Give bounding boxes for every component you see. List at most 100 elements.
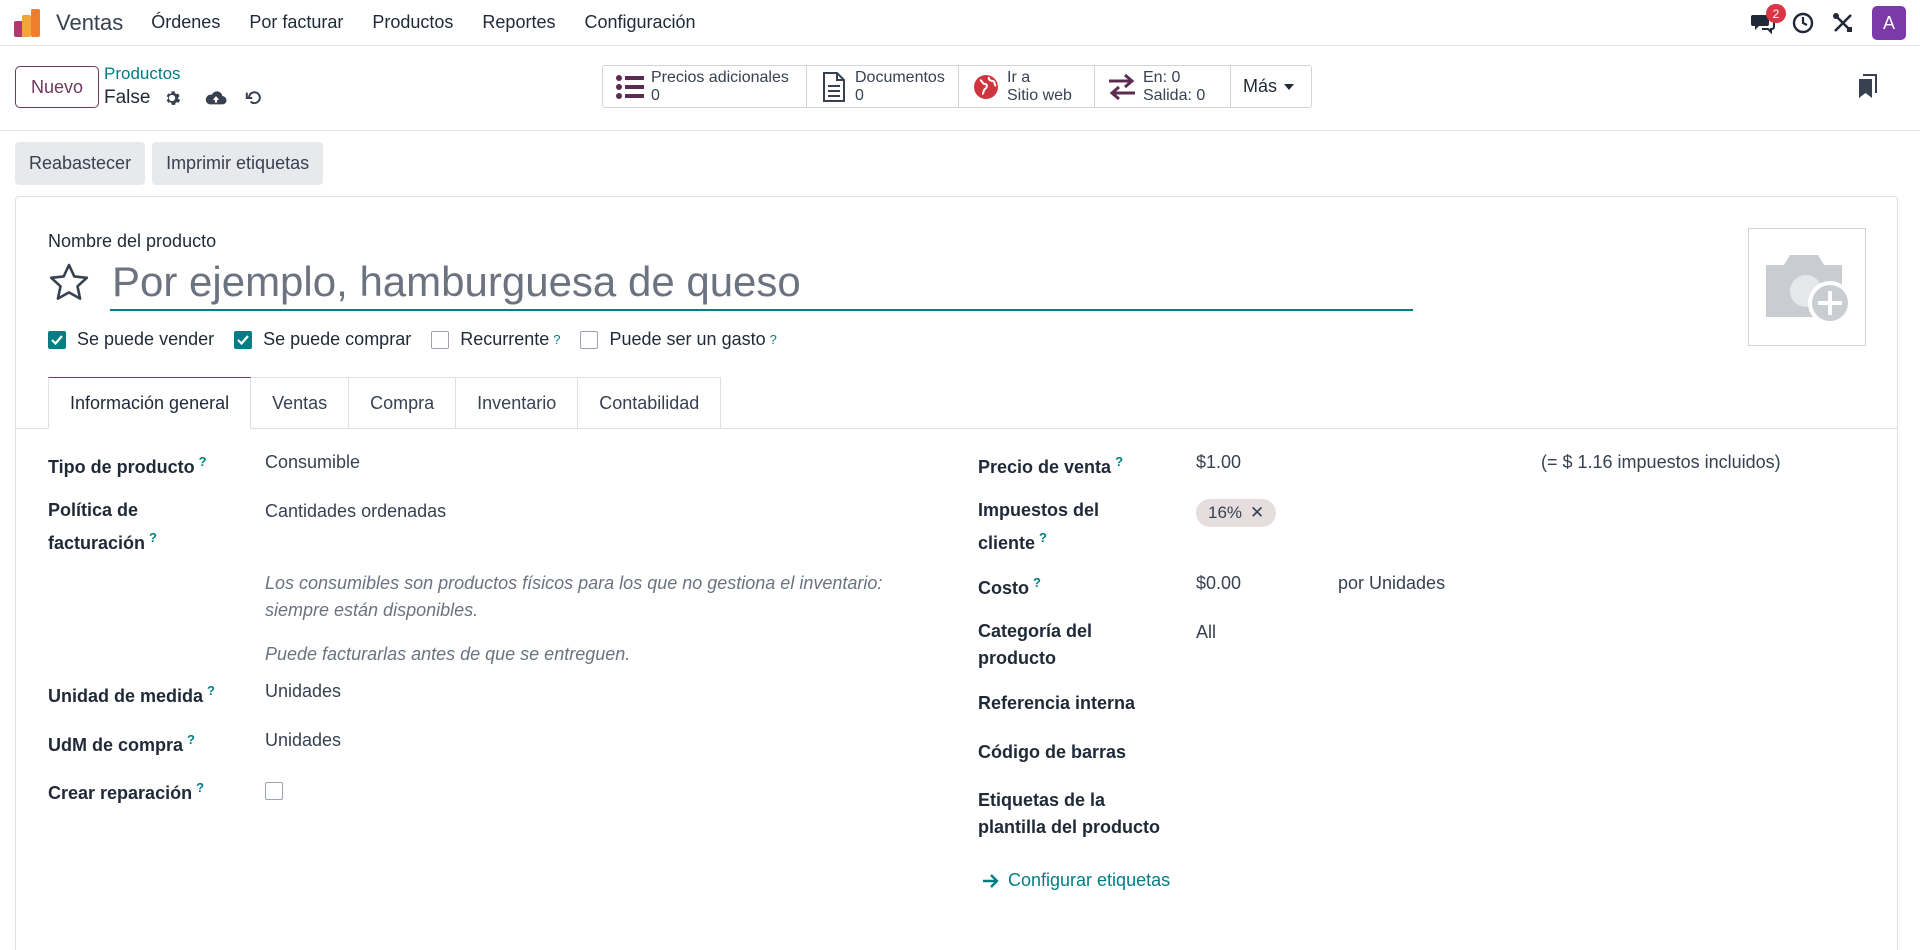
tab-inventory[interactable]: Inventario xyxy=(456,377,579,429)
website-line2: Sitio web xyxy=(1007,86,1072,104)
help-tooltip-icon[interactable]: ? xyxy=(1039,530,1047,545)
can-sell-option: Se puede vender xyxy=(48,329,214,350)
tab-accounting[interactable]: Contabilidad xyxy=(578,377,722,429)
product-name-label: Nombre del producto xyxy=(48,231,217,251)
form-tabs: Información general Ventas Compra Invent… xyxy=(48,377,722,429)
tab-sales[interactable]: Ventas xyxy=(251,377,350,429)
control-panel: Nuevo Productos False Precios adicionale… xyxy=(0,46,1920,131)
more-dropdown-button[interactable]: Más xyxy=(1231,66,1311,107)
consumable-note: Los consumibles son productos físicos pa… xyxy=(265,573,883,620)
sale-price-value[interactable]: $1.00 xyxy=(1196,449,1241,476)
menu-item-configuration[interactable]: Configuración xyxy=(584,12,695,33)
customer-taxes-label: Impuestos del cliente? xyxy=(978,500,1100,553)
user-avatar[interactable]: A xyxy=(1872,6,1906,40)
navbar-systray: 2 A xyxy=(1740,4,1906,40)
help-tooltip-icon[interactable]: ? xyxy=(553,332,560,347)
discard-undo-icon[interactable] xyxy=(242,86,266,110)
tax-tag[interactable]: 16% ✕ xyxy=(1196,499,1277,527)
more-label: Más xyxy=(1243,76,1278,96)
product-type-value[interactable]: Consumible xyxy=(265,449,360,476)
in-out-moves-button[interactable]: En: 0 Salida: 0 xyxy=(1095,66,1231,107)
record-name-text: False xyxy=(104,87,151,108)
help-tooltip-icon[interactable]: ? xyxy=(149,530,157,545)
tax-included-price: (= $ 1.16 impuestos incluidos) xyxy=(1541,452,1781,472)
tax-tag-label: 16% xyxy=(1208,503,1243,522)
breadcrumb-products[interactable]: Productos xyxy=(104,64,181,84)
barcode-label: Código de barras xyxy=(978,742,1127,762)
product-type-label: Tipo de producto? xyxy=(48,454,207,477)
product-image-uploader[interactable] xyxy=(1748,228,1866,346)
recurring-checkbox[interactable] xyxy=(431,330,450,349)
app-name[interactable]: Ventas xyxy=(56,10,123,36)
tab-purchase[interactable]: Compra xyxy=(349,377,457,429)
menu-item-orders[interactable]: Órdenes xyxy=(151,12,220,33)
extra-prices-label: Precios adicionales xyxy=(651,68,789,86)
menu-item-reports[interactable]: Reportes xyxy=(482,12,555,33)
sale-price-label: Precio de venta? xyxy=(978,454,1124,477)
messages-badge: 2 xyxy=(1766,4,1786,23)
replenish-button[interactable]: Reabastecer xyxy=(15,142,146,185)
document-icon xyxy=(819,71,849,102)
favorite-star-icon[interactable] xyxy=(48,262,90,304)
cost-unit: por Unidades xyxy=(1338,573,1446,593)
expense-option: Puede ser un gasto? xyxy=(580,329,777,350)
cost-label: Costo? xyxy=(978,575,1041,598)
remove-tag-icon[interactable]: ✕ xyxy=(1250,503,1264,523)
sales-app-icon[interactable] xyxy=(14,8,42,37)
main-menu: Órdenes Por facturar Productos Reportes … xyxy=(151,12,724,33)
cloud-upload-icon[interactable] xyxy=(204,86,228,110)
product-category-label: Categoría del producto xyxy=(978,621,1093,668)
top-navbar: Ventas Órdenes Por facturar Productos Re… xyxy=(0,0,1920,46)
extra-prices-button[interactable]: Precios adicionales 0 xyxy=(603,66,807,107)
purchase-uom-value[interactable]: Unidades xyxy=(265,727,341,754)
product-name-input[interactable] xyxy=(110,255,1413,311)
menu-item-products[interactable]: Productos xyxy=(372,12,453,33)
recurring-label: Recurrente xyxy=(460,329,550,349)
extra-prices-count: 0 xyxy=(651,86,660,104)
help-tooltip-icon[interactable]: ? xyxy=(199,454,207,469)
documents-count: 0 xyxy=(855,86,864,104)
debug-tools-icon[interactable] xyxy=(1826,6,1860,40)
internal-reference-label: Referencia interna xyxy=(978,693,1136,713)
product-category-value[interactable]: All xyxy=(1196,619,1216,646)
can-sell-checkbox[interactable] xyxy=(48,330,66,349)
purchase-uom-label: UdM de compra? xyxy=(48,732,195,755)
in-label: En: 0 xyxy=(1143,68,1181,86)
help-tooltip-icon[interactable]: ? xyxy=(770,332,777,347)
activity-clock-icon[interactable] xyxy=(1786,6,1820,40)
menu-item-to-invoice[interactable]: Por facturar xyxy=(249,12,343,33)
cost-value[interactable]: $0.00 xyxy=(1196,570,1241,597)
configure-tags-link[interactable]: Configurar etiquetas xyxy=(982,870,1170,891)
invoice-policy-value[interactable]: Cantidades ordenadas xyxy=(265,498,446,525)
create-repair-checkbox[interactable] xyxy=(265,782,283,800)
help-tooltip-icon[interactable]: ? xyxy=(187,732,195,747)
print-labels-button[interactable]: Imprimir etiquetas xyxy=(152,142,324,185)
smart-buttons: Precios adicionales 0 Documentos 0 Ir a Sit… xyxy=(602,65,1312,108)
camera-add-icon xyxy=(1766,255,1852,325)
can-sell-label: Se puede vender xyxy=(77,329,215,349)
uom-value[interactable]: Unidades xyxy=(265,678,341,705)
new-button[interactable]: Nuevo xyxy=(15,66,99,108)
can-purchase-label: Se puede comprar xyxy=(263,329,412,349)
out-label: Salida: 0 xyxy=(1143,86,1206,104)
globe-icon xyxy=(971,72,1001,102)
help-tooltip-icon[interactable]: ? xyxy=(196,780,204,795)
bookmark-icon[interactable] xyxy=(1856,74,1880,102)
help-tooltip-icon[interactable]: ? xyxy=(1033,575,1041,590)
help-tooltip-icon[interactable]: ? xyxy=(1115,454,1123,469)
gear-icon[interactable] xyxy=(160,86,184,110)
tab-general-information[interactable]: Información general xyxy=(48,377,252,429)
go-to-website-button[interactable]: Ir a Sitio web xyxy=(959,66,1095,107)
documents-button[interactable]: Documentos 0 xyxy=(807,66,959,107)
create-repair-label: Crear reparación? xyxy=(48,780,205,803)
expense-checkbox[interactable] xyxy=(580,330,599,349)
expense-label: Puede ser un gasto xyxy=(609,329,766,349)
caret-down-icon xyxy=(1284,83,1295,90)
website-line1: Ir a xyxy=(1007,68,1031,86)
documents-label: Documentos xyxy=(855,68,945,86)
can-purchase-checkbox[interactable] xyxy=(234,330,253,349)
exchange-arrows-icon xyxy=(1107,72,1137,102)
list-icon xyxy=(615,72,645,102)
messages-icon[interactable]: 2 xyxy=(1746,4,1786,40)
help-tooltip-icon[interactable]: ? xyxy=(207,683,215,698)
